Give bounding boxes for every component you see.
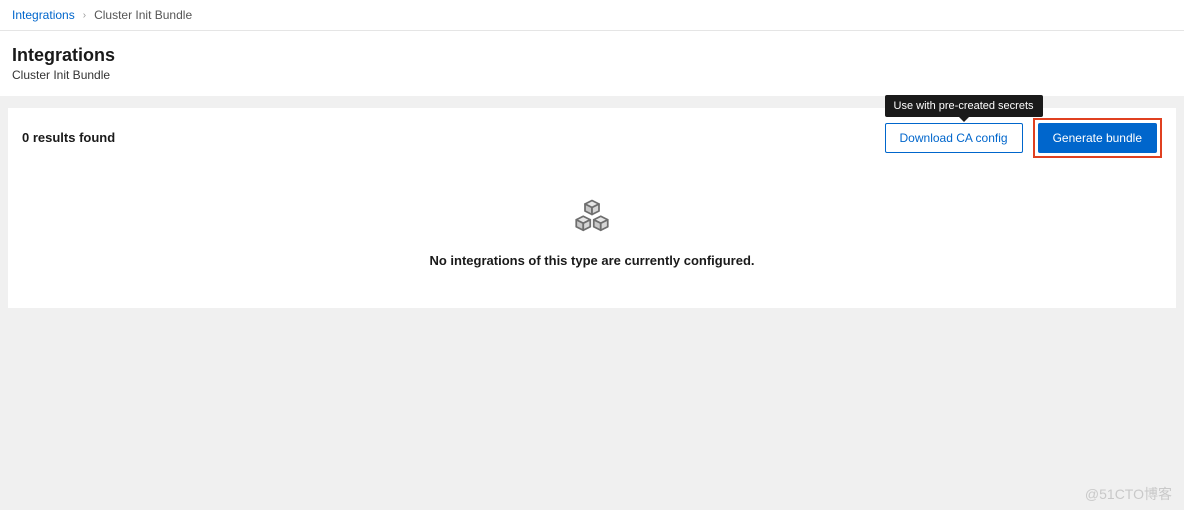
page-title: Integrations bbox=[12, 45, 1172, 67]
breadcrumb-current: Cluster Init Bundle bbox=[94, 8, 192, 22]
toolbar: 0 results found Use with pre-created sec… bbox=[8, 108, 1176, 168]
empty-state: No integrations of this type are current… bbox=[8, 168, 1176, 308]
tooltip-precreated-secrets: Use with pre-created secrets bbox=[885, 95, 1043, 117]
page-subtitle: Cluster Init Bundle bbox=[12, 68, 1172, 82]
breadcrumb-separator: › bbox=[83, 10, 86, 21]
toolbar-actions: Use with pre-created secrets Download CA… bbox=[885, 118, 1162, 158]
content-panel: 0 results found Use with pre-created sec… bbox=[8, 108, 1176, 308]
cubes-icon bbox=[571, 198, 613, 243]
page-header: Integrations Cluster Init Bundle bbox=[0, 31, 1184, 96]
download-ca-config-button[interactable]: Download CA config bbox=[885, 123, 1023, 153]
highlight-annotation: Generate bundle bbox=[1033, 118, 1162, 158]
results-count: 0 results found bbox=[22, 130, 115, 145]
generate-bundle-button[interactable]: Generate bundle bbox=[1038, 123, 1157, 153]
empty-state-message: No integrations of this type are current… bbox=[8, 253, 1176, 268]
breadcrumb: Integrations › Cluster Init Bundle bbox=[0, 0, 1184, 31]
breadcrumb-link-integrations[interactable]: Integrations bbox=[12, 8, 75, 22]
watermark: @51CTO博客 bbox=[1085, 484, 1172, 504]
